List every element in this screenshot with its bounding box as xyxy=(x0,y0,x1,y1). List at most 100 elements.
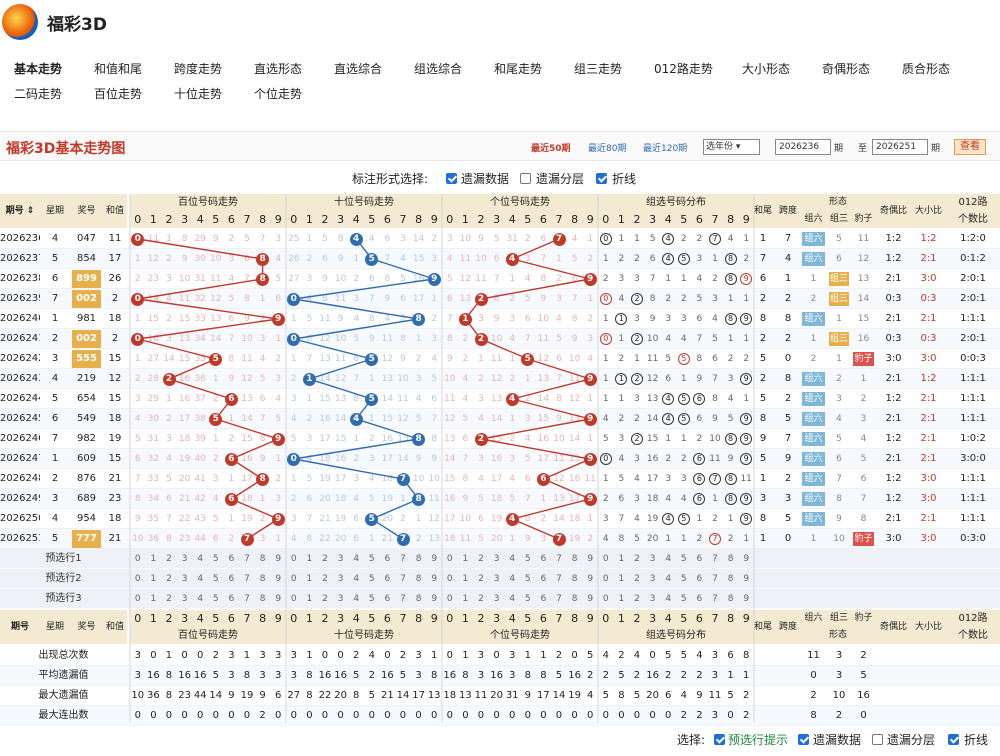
preselect-digit[interactable]: 2 xyxy=(161,549,177,569)
preselect-digit[interactable]: 1 xyxy=(302,569,318,589)
preselect-digit[interactable]: 0 xyxy=(286,549,302,569)
preselect-digit[interactable]: 0 xyxy=(442,589,458,609)
preselect-digit[interactable]: 7 xyxy=(707,569,723,589)
preselect-digit[interactable]: 6 xyxy=(536,589,552,609)
preselect-digit[interactable]: 5 xyxy=(676,549,692,569)
preselect-digit[interactable]: 5 xyxy=(520,589,536,609)
preselect-digit[interactable]: 2 xyxy=(317,569,333,589)
preselect-digit[interactable]: 6 xyxy=(692,569,708,589)
preselect-digit[interactable]: 0 xyxy=(598,549,614,569)
preselect-digit[interactable]: 7 xyxy=(239,589,255,609)
preselect-digit[interactable]: 8 xyxy=(723,569,739,589)
preselect-digit[interactable]: 0 xyxy=(130,569,146,589)
preselect-digit[interactable]: 1 xyxy=(302,549,318,569)
preselect-digit[interactable]: 0 xyxy=(598,589,614,609)
preselect-digit[interactable]: 4 xyxy=(504,549,520,569)
preselect-digit[interactable]: 6 xyxy=(536,549,552,569)
preselect-digit[interactable]: 1 xyxy=(614,549,630,569)
preselect-digit[interactable]: 5 xyxy=(364,589,380,609)
preselect-digit[interactable]: 0 xyxy=(442,549,458,569)
preselect-digit[interactable]: 5 xyxy=(208,569,224,589)
preselect-digit[interactable]: 9 xyxy=(426,549,442,569)
preselect-digit[interactable]: 3 xyxy=(489,549,505,569)
preselect-digit[interactable]: 6 xyxy=(224,569,240,589)
preselect-digit[interactable]: 8 xyxy=(255,549,271,569)
preselect-hint-checkbox[interactable] xyxy=(714,734,725,745)
preselect-digit[interactable]: 9 xyxy=(582,549,598,569)
preselect-digit[interactable]: 0 xyxy=(130,589,146,609)
preselect-digit[interactable]: 8 xyxy=(255,569,271,589)
preselect-digit[interactable]: 1 xyxy=(614,589,630,609)
preselect-digit[interactable]: 9 xyxy=(738,569,754,589)
preselect-digit[interactable]: 8 xyxy=(567,549,583,569)
preselect-digit[interactable]: 4 xyxy=(192,589,208,609)
preselect-digit[interactable]: 3 xyxy=(333,589,349,609)
preselect-digit[interactable]: 3 xyxy=(177,569,193,589)
preselect-digit[interactable]: 7 xyxy=(395,549,411,569)
preselect-digit[interactable]: 7 xyxy=(551,589,567,609)
footer-missing-data-checkbox[interactable] xyxy=(798,734,809,745)
preselect-digit[interactable]: 6 xyxy=(536,569,552,589)
preselect-digit[interactable]: 9 xyxy=(270,569,286,589)
preselect-digit[interactable]: 7 xyxy=(551,569,567,589)
preselect-digit[interactable]: 9 xyxy=(738,549,754,569)
footer-polyline-checkbox[interactable] xyxy=(948,734,959,745)
preselect-digit[interactable]: 6 xyxy=(380,549,396,569)
preselect-digit[interactable]: 6 xyxy=(692,589,708,609)
preselect-digit[interactable]: 0 xyxy=(286,569,302,589)
preselect-digit[interactable]: 0 xyxy=(442,569,458,589)
preselect-digit[interactable]: 7 xyxy=(395,589,411,609)
preselect-digit[interactable]: 4 xyxy=(504,569,520,589)
preselect-digit[interactable]: 2 xyxy=(317,589,333,609)
preselect-digit[interactable]: 6 xyxy=(692,549,708,569)
preselect-digit[interactable]: 3 xyxy=(177,549,193,569)
preselect-digit[interactable]: 4 xyxy=(192,549,208,569)
preselect-digit[interactable]: 1 xyxy=(458,549,474,569)
preselect-digit[interactable]: 2 xyxy=(161,589,177,609)
preselect-digit[interactable]: 7 xyxy=(395,569,411,589)
preselect-digit[interactable]: 6 xyxy=(380,569,396,589)
preselect-digit[interactable]: 6 xyxy=(224,549,240,569)
footer-missing-layer-checkbox[interactable] xyxy=(872,734,883,745)
preselect-digit[interactable]: 7 xyxy=(239,569,255,589)
preselect-digit[interactable]: 1 xyxy=(614,569,630,589)
preselect-digit[interactable]: 4 xyxy=(348,589,364,609)
preselect-digit[interactable]: 2 xyxy=(473,569,489,589)
preselect-digit[interactable]: 7 xyxy=(707,549,723,569)
preselect-digit[interactable]: 9 xyxy=(426,589,442,609)
preselect-digit[interactable]: 9 xyxy=(270,549,286,569)
preselect-digit[interactable]: 3 xyxy=(489,589,505,609)
preselect-digit[interactable]: 7 xyxy=(707,589,723,609)
preselect-digit[interactable]: 9 xyxy=(582,589,598,609)
preselect-digit[interactable]: 3 xyxy=(645,569,661,589)
preselect-digit[interactable]: 2 xyxy=(317,549,333,569)
preselect-digit[interactable]: 2 xyxy=(473,549,489,569)
preselect-digit[interactable]: 1 xyxy=(458,589,474,609)
preselect-digit[interactable]: 2 xyxy=(161,569,177,589)
preselect-digit[interactable]: 8 xyxy=(411,549,427,569)
preselect-digit[interactable]: 5 xyxy=(208,589,224,609)
preselect-digit[interactable]: 5 xyxy=(676,569,692,589)
preselect-digit[interactable]: 5 xyxy=(364,569,380,589)
preselect-digit[interactable]: 3 xyxy=(645,589,661,609)
preselect-digit[interactable]: 4 xyxy=(504,589,520,609)
preselect-digit[interactable]: 5 xyxy=(208,549,224,569)
preselect-digit[interactable]: 7 xyxy=(239,549,255,569)
preselect-digit[interactable]: 8 xyxy=(255,589,271,609)
preselect-digit[interactable]: 2 xyxy=(629,589,645,609)
preselect-digit[interactable]: 5 xyxy=(676,589,692,609)
preselect-digit[interactable]: 2 xyxy=(629,569,645,589)
preselect-digit[interactable]: 8 xyxy=(567,569,583,589)
preselect-digit[interactable]: 3 xyxy=(489,569,505,589)
preselect-digit[interactable]: 4 xyxy=(660,549,676,569)
preselect-digit[interactable]: 4 xyxy=(348,549,364,569)
preselect-digit[interactable]: 0 xyxy=(130,549,146,569)
preselect-digit[interactable]: 2 xyxy=(629,549,645,569)
preselect-digit[interactable]: 4 xyxy=(192,569,208,589)
preselect-digit[interactable]: 8 xyxy=(567,589,583,609)
preselect-digit[interactable]: 0 xyxy=(598,569,614,589)
preselect-digit[interactable]: 3 xyxy=(333,569,349,589)
preselect-digit[interactable]: 1 xyxy=(146,549,162,569)
preselect-digit[interactable]: 9 xyxy=(582,569,598,589)
preselect-digit[interactable]: 5 xyxy=(520,549,536,569)
